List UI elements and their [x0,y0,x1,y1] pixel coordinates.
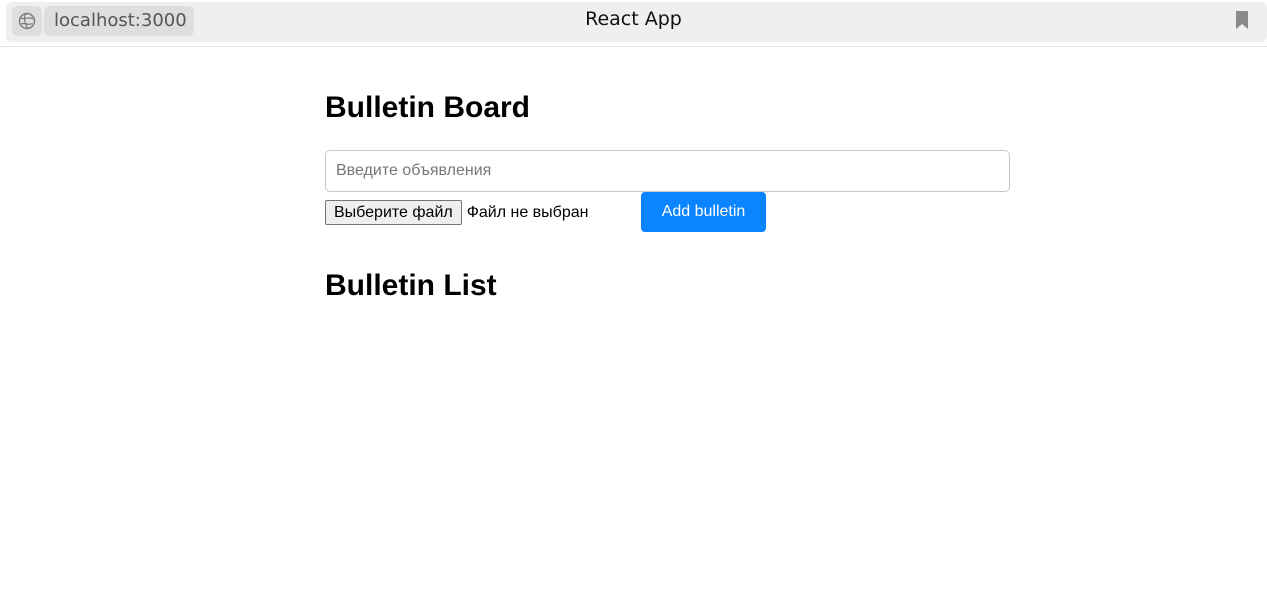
bulletin-input[interactable] [325,150,1010,192]
board-title: Bulletin Board [325,91,531,124]
bulletin-board: Bulletin Board Выберите файл Файл не выб… [325,90,1010,302]
list-title: Bulletin List [325,269,497,302]
globe-icon[interactable] [12,6,42,36]
add-bulletin-button[interactable]: Add bulletin [641,192,766,232]
bookmark-icon[interactable] [1234,10,1250,30]
file-picker: Выберите файл Файл не выбран [325,200,588,225]
address-bar[interactable]: localhost:3000 [6,2,1267,42]
browser-toolbar: localhost:3000 React App [0,0,1267,47]
choose-file-button[interactable]: Выберите файл [325,200,462,225]
file-status: Файл не выбран [466,203,589,221]
url-text[interactable]: localhost:3000 [44,6,194,36]
